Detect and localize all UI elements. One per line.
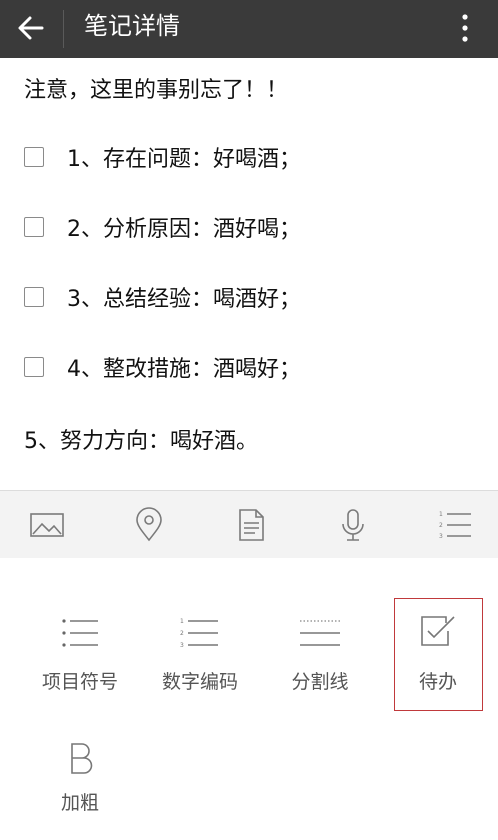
bold-button[interactable]: 加粗: [25, 730, 135, 840]
note-closing-line[interactable]: 5、努力方向：喝好酒。: [24, 423, 258, 455]
todo-item[interactable]: 1、存在问题：好喝酒；: [24, 145, 484, 175]
todo-text[interactable]: 1、存在问题：好喝酒；: [67, 141, 301, 173]
bullet-list-icon: [62, 619, 98, 647]
page-title: 笔记详情: [84, 12, 180, 40]
svg-text:1: 1: [180, 618, 184, 625]
tool-label: 加粗: [60, 792, 99, 814]
todo-item[interactable]: 4、整改措施：酒喝好；: [24, 355, 484, 385]
more-vertical-icon[interactable]: [455, 12, 475, 46]
tool-label: 分割线: [291, 671, 349, 693]
divider-line-icon: [300, 620, 340, 646]
numbered-list-icon: 1 2 3: [180, 618, 218, 649]
todo-item[interactable]: 2、分析原因：酒好喝；: [24, 215, 484, 245]
document-icon[interactable]: [233, 507, 269, 543]
todo-text[interactable]: 3、总结经验：喝酒好；: [67, 281, 301, 313]
todo-checkbox[interactable]: [24, 217, 44, 237]
svg-text:2: 2: [180, 630, 184, 637]
image-icon[interactable]: [29, 507, 65, 543]
arrow-left-icon[interactable]: [16, 13, 46, 43]
todo-checkbox[interactable]: [24, 357, 44, 377]
header-divider: [63, 10, 64, 48]
location-pin-icon[interactable]: [131, 507, 167, 543]
insert-toolbar: 1 2 3: [0, 491, 498, 558]
svg-text:3: 3: [180, 642, 184, 649]
tool-label: 项目符号: [41, 671, 118, 693]
note-headline[interactable]: 注意，这里的事别忘了！！: [24, 72, 288, 104]
svg-text:3: 3: [439, 533, 443, 540]
numbered-list-button[interactable]: 1 2 3 数字编码: [145, 605, 255, 715]
svg-text:1: 1: [439, 511, 443, 518]
bold-b-icon: [71, 743, 93, 774]
tool-label: 数字编码: [161, 671, 238, 693]
todo-checkbox[interactable]: [24, 147, 44, 167]
todo-text[interactable]: 4、整改措施：酒喝好；: [67, 351, 301, 383]
microphone-icon[interactable]: [335, 507, 371, 543]
todo-text[interactable]: 2、分析原因：酒好喝；: [67, 211, 301, 243]
list-icon[interactable]: 1 2 3: [437, 507, 473, 543]
divider-line-button[interactable]: 分割线: [265, 605, 375, 715]
svg-text:2: 2: [439, 522, 443, 529]
todo-item[interactable]: 3、总结经验：喝酒好；: [24, 285, 484, 315]
app-header: 笔记详情: [0, 0, 498, 58]
todo-highlight-frame: [394, 598, 483, 711]
bullet-list-button[interactable]: 项目符号: [25, 605, 135, 715]
todo-checkbox[interactable]: [24, 287, 44, 307]
